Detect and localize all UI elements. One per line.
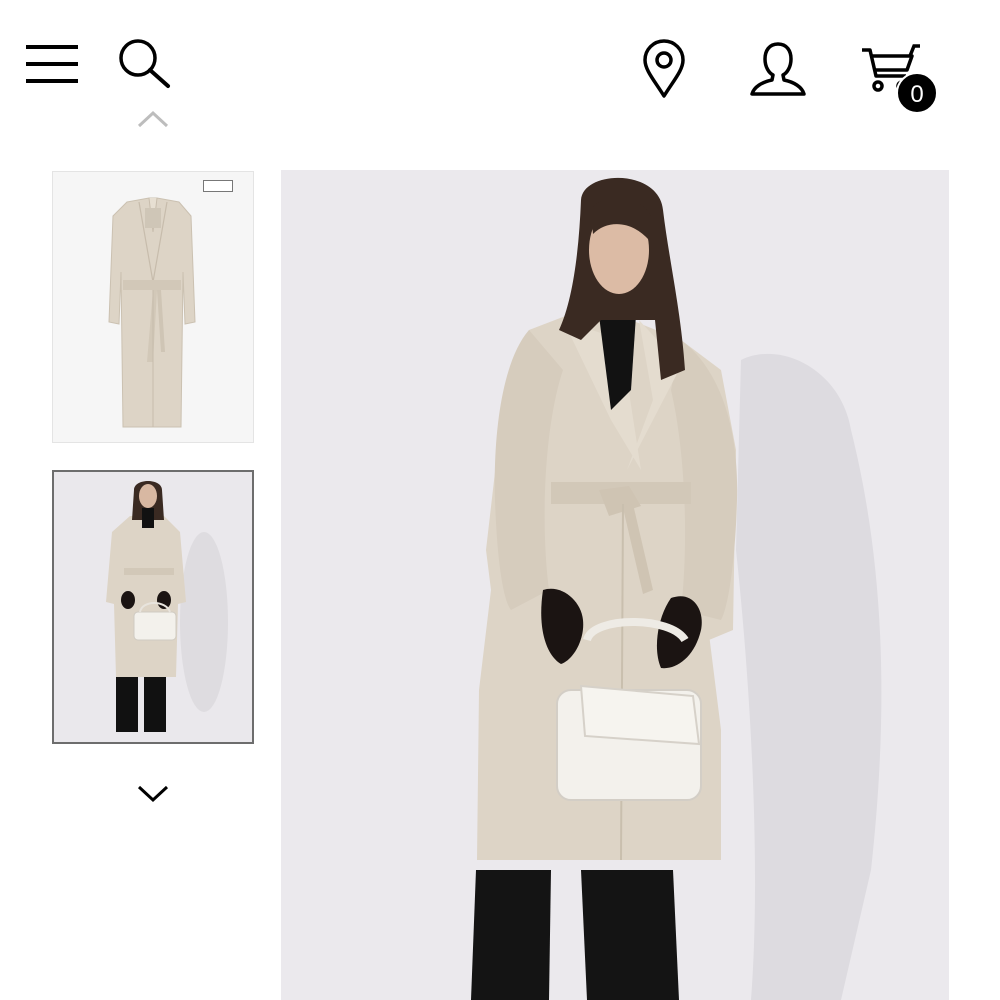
location-pin-icon[interactable] [640, 38, 688, 100]
collection-tag [203, 180, 233, 192]
site-header: 0 [0, 0, 1000, 114]
user-icon[interactable] [748, 38, 808, 98]
search-icon[interactable] [116, 36, 172, 92]
product-thumbnail[interactable] [52, 171, 254, 443]
chevron-down-icon[interactable] [136, 782, 170, 804]
cart-count-badge: 0 [896, 72, 938, 114]
main-product-image[interactable] [281, 170, 949, 1000]
hamburger-menu-icon[interactable] [24, 42, 80, 88]
product-thumbnail-selected[interactable] [52, 470, 254, 744]
chevron-up-icon[interactable] [136, 108, 170, 130]
